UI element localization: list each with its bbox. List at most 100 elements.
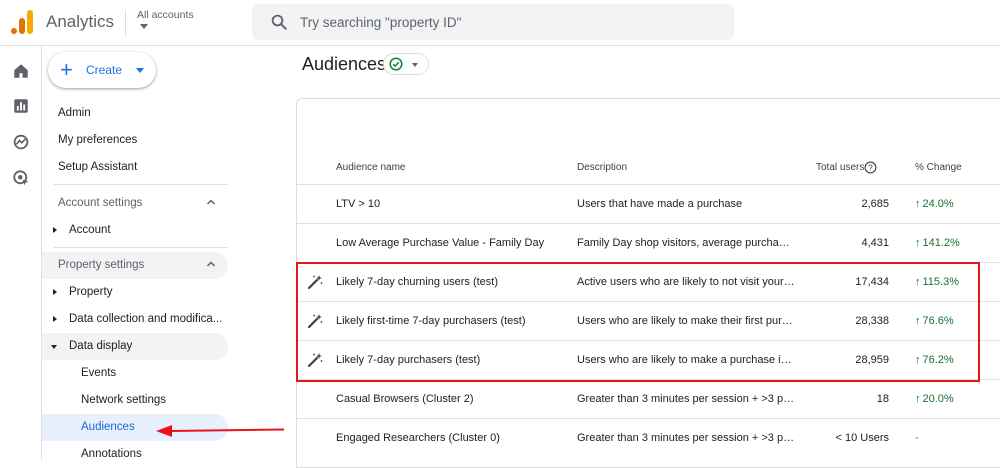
create-button-label: Create (86, 63, 123, 77)
magic-wand-icon (307, 314, 323, 329)
nav-item-setup-assistant[interactable]: Setup Assistant (42, 154, 228, 181)
column-header-users[interactable]: Total users (816, 162, 864, 173)
change-value: 76.2% (922, 354, 954, 366)
app-title: Analytics (46, 12, 115, 31)
audience-total-users: 18 (876, 393, 889, 405)
chevron-up-icon (206, 261, 216, 267)
create-dropdown-icon (136, 68, 144, 73)
magic-wand-icon (307, 275, 323, 290)
change-value: 115.3% (922, 276, 960, 288)
audience-description: Users that have made a purchase (577, 198, 743, 210)
search-input[interactable] (300, 4, 720, 40)
magic-wand-icon (307, 353, 323, 368)
nav-item-label: Account (69, 224, 111, 236)
audience-percent-change: ↑ 76.6% (915, 315, 954, 327)
nav-item-events[interactable]: Events (42, 360, 228, 387)
column-header-change[interactable]: % Change (915, 162, 962, 173)
nav-section-property-settings[interactable]: Property settings (42, 252, 228, 279)
expand-arrow-icon (53, 227, 57, 233)
audience-name: Casual Browsers (Cluster 2) (336, 393, 474, 405)
audience-description: Family Day shop visitors, average purcha… (577, 237, 795, 249)
audience-name: Likely 7-day churning users (test) (336, 276, 499, 288)
audience-percent-change: ↑ 76.2% (915, 354, 954, 366)
nav-item-admin[interactable]: Admin (42, 100, 228, 127)
expand-arrow-icon (53, 316, 57, 322)
audience-percent-change: ↑ 24.0% (915, 198, 954, 210)
nav-item-label: Property (69, 286, 113, 298)
nav-item-label: Data display (69, 340, 133, 352)
advertising-icon[interactable] (12, 169, 30, 187)
left-rail (0, 46, 42, 460)
nav-item-property[interactable]: Property (42, 279, 228, 306)
account-dropdown-icon[interactable] (140, 24, 148, 29)
nav-section-account-settings[interactable]: Account settings (42, 190, 228, 217)
status-chip[interactable] (383, 53, 429, 75)
change-value: 141.2% (922, 237, 960, 249)
search-icon (271, 14, 287, 30)
svg-text:?: ? (868, 162, 873, 172)
change-value: - (915, 432, 919, 444)
admin-side-nav: + Create Admin My preferences Setup Assi… (42, 46, 282, 460)
table-row[interactable]: Engaged Researchers (Cluster 0) Greater t… (297, 418, 1000, 457)
help-icon[interactable]: ? (864, 161, 877, 174)
nav-section-label: Property settings (58, 259, 145, 271)
audience-name: Low Average Purchase Value - Family Day (336, 237, 545, 249)
table-row[interactable]: Low Average Purchase Value - Family Day F… (297, 223, 1000, 262)
nav-item-label: Events (81, 367, 117, 379)
audience-total-users: 28,959 (855, 354, 889, 366)
audience-total-users: 17,434 (855, 276, 889, 288)
audience-percent-change: - (915, 432, 919, 444)
audience-description: Users who are likely to make a purchase … (577, 354, 795, 366)
audience-name: LTV > 10 (336, 198, 381, 210)
check-circle-icon (389, 57, 403, 71)
reports-icon[interactable] (12, 97, 30, 115)
arrow-up-icon: ↑ (915, 276, 921, 288)
nav-item-label: Annotations (81, 448, 142, 460)
nav-item-account[interactable]: Account (42, 217, 228, 244)
annotation-arrow-icon (156, 425, 285, 437)
table-row[interactable]: Likely 7-day churning users (test) Active… (297, 262, 1000, 301)
table-row[interactable]: Likely first-time 7-day purchasers (test… (297, 301, 1000, 340)
audience-name: Likely first-time 7-day purchasers (test… (336, 315, 526, 327)
table-row[interactable]: LTV > 10 Users that have made a purchase 2… (297, 184, 1000, 223)
audience-total-users: 28,338 (855, 315, 889, 327)
nav-item-label: Admin (58, 107, 91, 119)
nav-item-label: Network settings (81, 394, 167, 406)
analytics-logo-icon[interactable] (11, 10, 33, 34)
audience-description: Greater than 3 minutes per session + >3 … (577, 432, 795, 444)
nav-item-data-collection[interactable]: Data collection and modifica... (42, 306, 228, 333)
nav-section-label: Account settings (58, 197, 143, 209)
main-content: Audiences Audience name Description Tota… (282, 46, 1000, 468)
nav-item-label: Audiences (81, 421, 135, 433)
change-value: 20.0% (922, 393, 954, 405)
nav-item-data-display[interactable]: Data display (42, 333, 228, 360)
audience-name: Engaged Researchers (Cluster 0) (336, 432, 500, 444)
nav-item-annotations[interactable]: Annotations (42, 441, 228, 468)
arrow-up-icon: ↑ (915, 393, 921, 405)
search-bar[interactable] (252, 4, 734, 40)
arrow-up-icon: ↑ (915, 237, 921, 249)
header-divider (125, 10, 126, 36)
table-row[interactable]: Casual Browsers (Cluster 2) Greater than … (297, 379, 1000, 418)
page-title: Audiences (302, 54, 387, 74)
top-bar: Analytics All accounts (0, 0, 1000, 46)
collapse-arrow-icon (51, 345, 57, 349)
home-icon[interactable] (12, 62, 30, 80)
explore-icon[interactable] (12, 133, 30, 151)
column-header-name[interactable]: Audience name (336, 162, 406, 173)
arrow-up-icon: ↑ (915, 315, 921, 327)
nav-item-network-settings[interactable]: Network settings (42, 387, 228, 414)
table-row[interactable]: Likely 7-day purchasers (test) Users who … (297, 340, 1000, 379)
expand-arrow-icon (53, 289, 57, 295)
audience-total-users: 4,431 (861, 237, 889, 249)
audience-description: Users who are likely to make their first… (577, 315, 795, 327)
create-button[interactable]: + Create (48, 52, 156, 88)
arrow-up-icon: ↑ (915, 354, 921, 366)
nav-divider (54, 184, 228, 185)
audience-total-users: < 10 Users (835, 432, 890, 444)
audience-percent-change: ↑ 20.0% (915, 393, 954, 405)
nav-item-my-preferences[interactable]: My preferences (42, 127, 228, 154)
audience-percent-change: ↑ 141.2% (915, 237, 960, 249)
account-selector-label[interactable]: All accounts (137, 9, 194, 21)
column-header-description[interactable]: Description (577, 162, 627, 173)
